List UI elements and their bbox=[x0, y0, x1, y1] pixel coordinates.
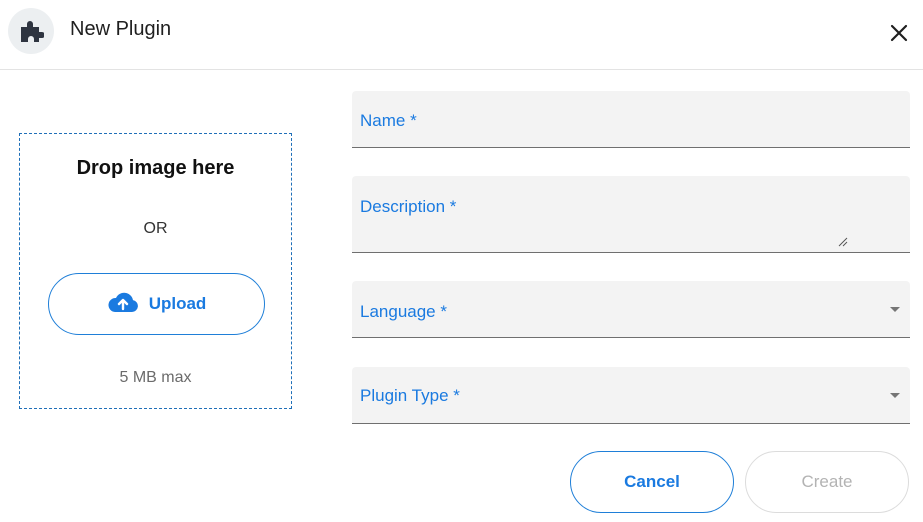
plugin-type-select-label: Plugin Type * bbox=[360, 386, 460, 405]
name-field[interactable]: Name * bbox=[352, 91, 910, 148]
dialog-header: New Plugin bbox=[0, 0, 923, 70]
name-field-label: Name * bbox=[360, 111, 417, 130]
create-button[interactable]: Create bbox=[745, 451, 909, 513]
upload-button[interactable]: Upload bbox=[48, 273, 265, 335]
upload-button-label: Upload bbox=[148, 294, 207, 313]
puzzle-icon bbox=[8, 8, 54, 54]
image-dropzone[interactable]: Drop image here OR Upload 5 MB max bbox=[19, 133, 292, 409]
description-field[interactable]: Description * bbox=[352, 176, 910, 253]
description-field-label: Description * bbox=[360, 197, 457, 216]
language-select[interactable]: Language * bbox=[352, 281, 910, 338]
dialog-title: New Plugin bbox=[70, 18, 172, 40]
dropzone-max-size: 5 MB max bbox=[119, 369, 192, 386]
plugin-type-select[interactable]: Plugin Type * bbox=[352, 367, 910, 424]
resize-handle-icon[interactable] bbox=[838, 234, 848, 247]
dropdown-arrow-icon bbox=[890, 393, 900, 398]
dropzone-title: Drop image here bbox=[76, 157, 235, 179]
language-select-label: Language * bbox=[360, 302, 447, 321]
close-icon[interactable] bbox=[884, 18, 914, 48]
cloud-upload-icon bbox=[107, 291, 139, 318]
cancel-button[interactable]: Cancel bbox=[570, 451, 734, 513]
dropdown-arrow-icon bbox=[890, 307, 900, 312]
dropzone-or-text: OR bbox=[143, 220, 168, 237]
